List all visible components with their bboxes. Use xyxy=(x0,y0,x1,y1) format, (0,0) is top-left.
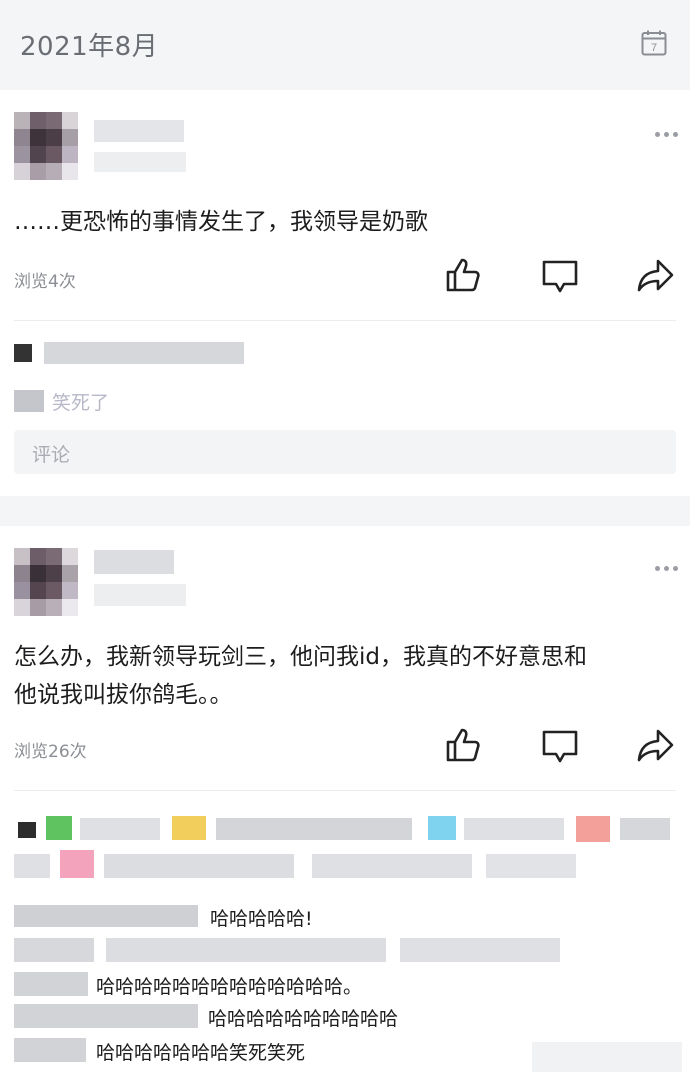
reply-blurred-row xyxy=(14,938,94,962)
like-user-blurred xyxy=(486,854,576,878)
username-blurred xyxy=(94,120,184,142)
date-header: 2021年8月 7 xyxy=(0,0,690,88)
replier-blurred xyxy=(14,1004,198,1028)
post-card-1: ……更恐怖的事情发生了，我领导是奶歌 浏览4次 笑死了 评论 xyxy=(0,90,690,496)
like-user-blurred xyxy=(216,818,412,840)
calendar-icon[interactable]: 7 xyxy=(641,30,667,56)
replier-blurred xyxy=(14,972,88,996)
post-card-2: 怎么办，我新领导玩剑三，他问我id，我真的不好意思和 他说我叫拔你鸽毛。。 浏览… xyxy=(0,526,690,1078)
reply-text: 哈哈哈哈哈哈哈哈哈哈 xyxy=(208,1008,399,1030)
replier-blurred xyxy=(14,905,198,927)
reply-blurred-row xyxy=(106,938,386,962)
like-icon[interactable] xyxy=(444,725,484,765)
like-user-avatar xyxy=(60,850,94,878)
timestamp-blurred xyxy=(94,584,186,606)
comment-input[interactable]: 评论 xyxy=(14,430,676,474)
divider xyxy=(14,790,676,791)
comment-icon[interactable] xyxy=(540,726,580,766)
like-user-blurred xyxy=(80,818,160,840)
view-count: 浏览4次 xyxy=(14,272,76,292)
like-user-avatar xyxy=(428,816,456,840)
more-icon[interactable] xyxy=(655,566,681,572)
like-user-blurred xyxy=(464,818,564,840)
avatar[interactable] xyxy=(14,112,78,180)
commenter-blurred xyxy=(14,390,44,412)
reply-text: 哈哈哈哈哈! xyxy=(210,908,313,930)
share-icon[interactable] xyxy=(636,726,676,766)
reply-blurred-row xyxy=(400,938,560,962)
more-icon[interactable] xyxy=(655,132,681,138)
like-user-avatar xyxy=(172,816,206,840)
like-user-blurred xyxy=(14,854,50,878)
like-user-icon xyxy=(18,822,36,838)
comment-text: 笑死了 xyxy=(52,392,110,414)
calendar-day: 7 xyxy=(651,42,657,54)
timestamp-blurred xyxy=(94,152,186,172)
comment-placeholder: 评论 xyxy=(32,444,71,466)
like-user-blurred xyxy=(104,854,294,878)
like-user-blurred xyxy=(620,818,670,840)
input-blurred xyxy=(532,1042,682,1072)
like-user-icon xyxy=(14,344,32,362)
share-icon[interactable] xyxy=(636,256,676,296)
comment-icon[interactable] xyxy=(540,256,580,296)
like-users-blurred xyxy=(44,342,244,364)
username-blurred xyxy=(94,550,174,574)
post-text-line-1: 怎么办，我新领导玩剑三，他问我id，我真的不好意思和 xyxy=(14,644,587,670)
like-user-avatar xyxy=(576,816,610,842)
replier-blurred xyxy=(14,1038,86,1062)
month-title: 2021年8月 xyxy=(20,32,159,62)
view-count: 浏览26次 xyxy=(14,742,87,762)
post-text: ……更恐怖的事情发生了，我领导是奶歌 xyxy=(14,209,428,235)
divider xyxy=(14,320,676,321)
reply-text: 哈哈哈哈哈哈哈哈哈哈哈哈哈。 xyxy=(96,976,363,998)
like-user-avatar xyxy=(46,816,72,840)
reply-text: 哈哈哈哈哈哈哈笑死笑死 xyxy=(96,1042,306,1064)
like-icon[interactable] xyxy=(444,255,484,295)
like-user-blurred xyxy=(312,854,472,878)
avatar[interactable] xyxy=(14,548,78,616)
post-text-line-2: 他说我叫拔你鸽毛。。 xyxy=(14,682,233,708)
